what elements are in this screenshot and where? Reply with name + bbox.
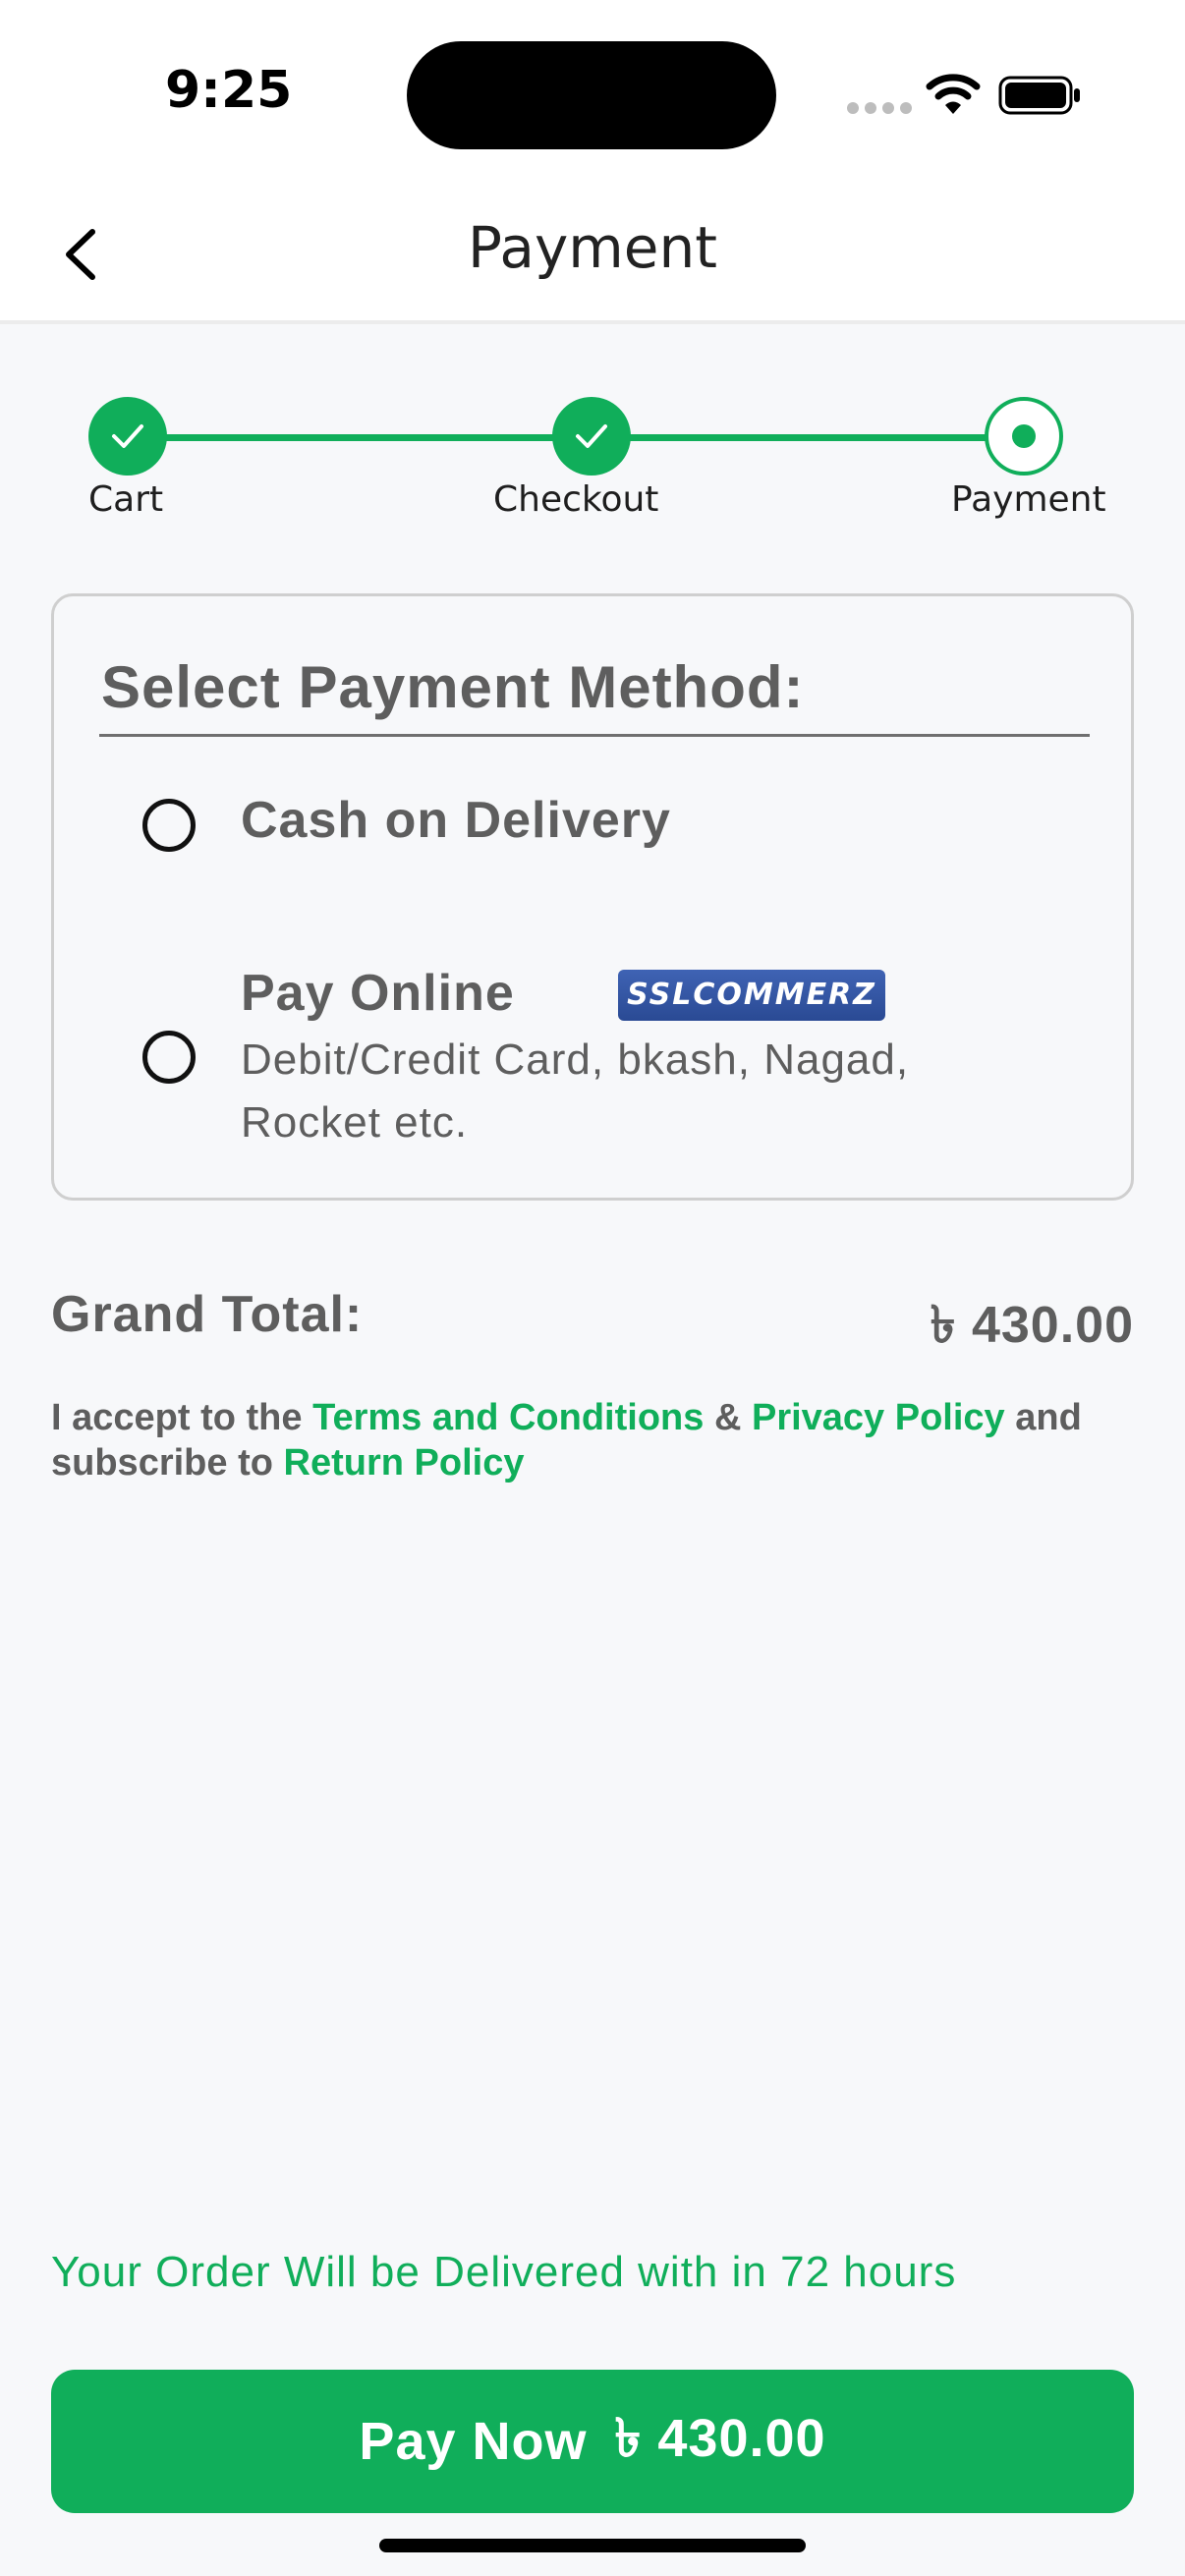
terms-and: and — [1015, 1397, 1082, 1438]
terms-ampersand: & — [713, 1397, 742, 1438]
checkout-stepper: Cart Checkout Payment — [0, 393, 1185, 531]
pay-now-label: Pay Now — [359, 2412, 588, 2471]
terms-prefix: I accept to the — [51, 1397, 303, 1438]
privacy-policy-link[interactable]: Privacy Policy — [752, 1397, 1005, 1438]
option-pay-online-subtitle-line1: Debit/Credit Card, bkash, Nagad, — [241, 1036, 910, 1084]
step-cart-indicator — [88, 397, 167, 476]
return-policy-link[interactable]: Return Policy — [284, 1442, 525, 1484]
step-label-cart: Cart — [88, 479, 164, 520]
payment-method-card: Select Payment Method: Cash on Delivery … — [51, 593, 1134, 1201]
radio-pay-online[interactable] — [142, 1031, 196, 1084]
check-icon — [112, 424, 143, 448]
nav-bar: Payment — [0, 196, 1185, 324]
grand-total-label: Grand Total: — [51, 1286, 364, 1343]
card-heading: Select Payment Method: — [101, 654, 805, 720]
delivery-note: Your Order Will be Delivered with in 72 … — [51, 2248, 957, 2296]
option-pay-online-label[interactable]: Pay Online — [241, 964, 515, 1023]
wifi-icon — [926, 74, 981, 114]
terms-subscribe: subscribe to — [51, 1442, 273, 1484]
grand-total-value: ৳ 430.00 — [930, 1297, 1134, 1354]
battery-icon — [998, 76, 1080, 115]
check-icon — [576, 424, 607, 448]
page-title: Payment — [468, 214, 717, 281]
step-label-payment: Payment — [951, 479, 1106, 520]
terms-and-conditions-link[interactable]: Terms and Conditions — [312, 1397, 704, 1438]
dynamic-island — [407, 41, 776, 149]
status-bar: 9:25 — [0, 0, 1185, 196]
divider — [99, 734, 1090, 737]
terms-text: I accept to the Terms and Conditions & P… — [51, 1395, 1142, 1485]
step-label-checkout: Checkout — [493, 479, 659, 520]
option-cash-on-delivery-label[interactable]: Cash on Delivery — [241, 791, 671, 850]
radio-cash-on-delivery[interactable] — [142, 799, 196, 852]
home-indicator — [379, 2539, 806, 2552]
step-checkout-indicator — [552, 397, 631, 476]
status-time: 9:25 — [165, 61, 293, 120]
option-pay-online-subtitle-line2: Rocket etc. — [241, 1098, 469, 1147]
sslcommerz-logo: SSLCOMMERZ — [618, 970, 885, 1021]
pay-now-amount: ৳ 430.00 — [614, 2409, 826, 2468]
step-payment-indicator — [985, 397, 1063, 476]
pay-now-button[interactable]: Pay Now ৳ 430.00 — [51, 2370, 1134, 2513]
step-connector — [629, 434, 988, 441]
step-connector — [126, 434, 554, 441]
